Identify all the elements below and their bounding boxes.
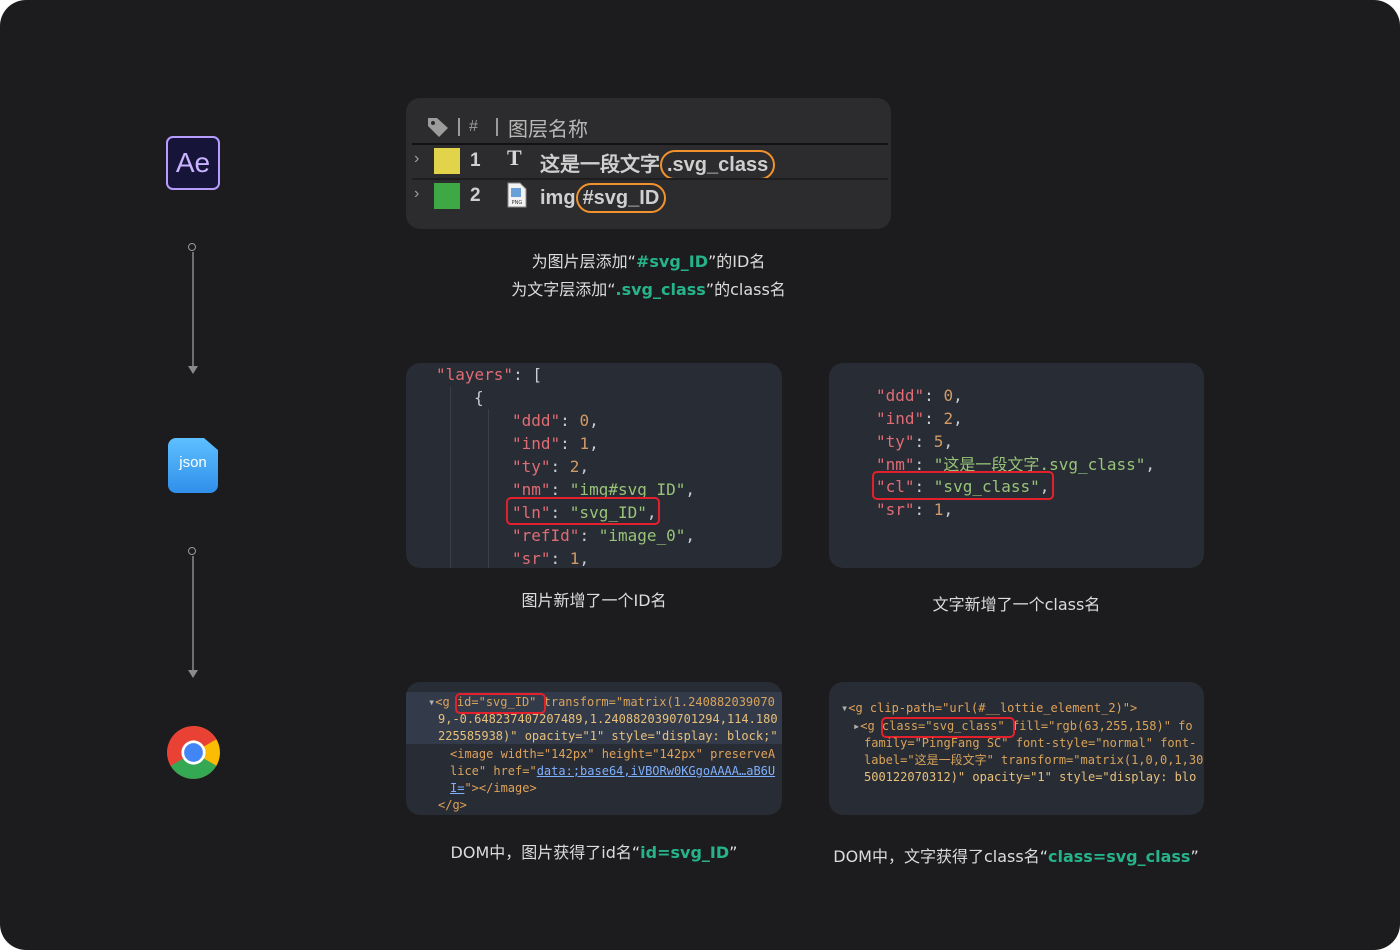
json-text-layer-panel: "ddd": 0, "ind": 2, "ty": 5, "nm": "这是一段…: [829, 363, 1204, 568]
ln-highlight-box: [506, 497, 660, 525]
code-line: "sr": 1,: [876, 500, 954, 519]
id-suffix-highlight: #svg_ID: [575, 183, 667, 213]
header-divider: [496, 118, 498, 136]
json-image-caption: 图片新增了一个ID名: [521, 591, 667, 610]
code-line: "ind": 1,: [512, 434, 599, 453]
layer-name-header: 图层名称: [508, 119, 588, 141]
code-line: "layers": [: [436, 365, 542, 384]
svg-text:PNG: PNG: [512, 200, 523, 206]
layer-color-label[interactable]: [434, 183, 460, 209]
chevron-right-icon[interactable]: ›: [414, 185, 419, 203]
layer-row[interactable]: › 1 T 这是一段文字 .svg_class: [406, 145, 891, 180]
layer-name: img #svg_ID: [540, 183, 667, 213]
timeline-node: [188, 547, 196, 555]
class-suffix-highlight: .svg_class: [660, 150, 776, 180]
dom-line: I="></image>: [450, 781, 537, 795]
dom-line: 9,-0.648237407207489,1.2408820390701294,…: [438, 712, 778, 726]
code-line: {: [474, 388, 484, 407]
code-line: "ddd": 0,: [512, 411, 599, 430]
dom-text-caption: DOM中，文字获得了class名“class=svg_class”: [833, 847, 1199, 866]
dom-line: </g>: [438, 798, 467, 812]
code-line: "sr": 1,: [512, 549, 590, 568]
diagram-canvas: Ae json # 图层名称 › 1 T 这是一段文字 .svg_class ›…: [0, 0, 1400, 950]
code-line: "refId": "image_0",: [512, 526, 696, 545]
layer-panel-header: # 图层名称: [406, 110, 891, 142]
chevron-right-icon[interactable]: ›: [414, 150, 419, 168]
dom-text-panel: ▾<g clip-path="url(#__lottie_element_2)"…: [829, 682, 1204, 815]
ae-caption-line2: 为文字层添加“.svg_class”的class名: [511, 280, 786, 299]
ae-icon-label: Ae: [175, 147, 211, 178]
base64-link-end[interactable]: I=: [450, 781, 464, 795]
layer-number-header: #: [469, 118, 478, 135]
base64-link[interactable]: data:;base64,iVBORw0KGgoAAAA…aB6U: [537, 764, 775, 778]
cl-highlight-box: [872, 471, 1054, 500]
layer-name-base: 这是一段文字: [540, 154, 660, 176]
png-file-icon: PNG: [507, 182, 527, 208]
timeline-connector: [192, 252, 194, 366]
dom-line: family="PingFang SC" font-style="normal"…: [864, 736, 1197, 750]
dom-line: label="这是一段文字" transform="matrix(1,0,0,1…: [864, 753, 1204, 767]
arrow-down-icon: [188, 670, 198, 678]
code-line: "ty": 2,: [512, 457, 590, 476]
json-file-icon: json: [168, 438, 218, 493]
ae-caption-line1: 为图片层添加“#svg_ID”的ID名: [531, 252, 766, 271]
dom-line: 500122070312)" opacity="1" style="displa…: [864, 770, 1197, 784]
dom-image-panel: ▾<g id="svg_ID" transform="matrix(1.2408…: [406, 682, 782, 815]
code-line: "ind": 2,: [876, 409, 963, 428]
dom-line: 225585938)" opacity="1" style="display: …: [438, 729, 778, 743]
json-text-caption: 文字新增了一个class名: [932, 595, 1101, 614]
code-line: "ty": 5,: [876, 432, 954, 451]
timeline-connector: [192, 556, 194, 670]
dom-line: <image width="142px" height="142px" pres…: [450, 747, 776, 761]
dom-line: lice" href="data:;base64,iVBORw0KGgoAAAA…: [450, 764, 776, 778]
tag-icon: [428, 118, 448, 137]
json-image-layer-panel: "layers": [ { "ddd": 0, "ind": 1, "ty": …: [406, 363, 782, 568]
arrow-down-icon: [188, 366, 198, 374]
layer-number: 1: [470, 150, 481, 171]
header-divider: [458, 118, 460, 136]
ae-layer-panel: # 图层名称 › 1 T 这是一段文字 .svg_class › 2 PNG im…: [406, 98, 891, 229]
layer-row[interactable]: › 2 PNG img #svg_ID: [406, 180, 891, 213]
chrome-icon: [166, 725, 221, 780]
layer-name-base: img: [540, 187, 576, 209]
text-layer-icon: T: [507, 145, 522, 170]
timeline-node: [188, 243, 196, 251]
dom-line: ▾<g clip-path="url(#__lottie_element_2)"…: [841, 701, 1138, 715]
after-effects-icon: Ae: [166, 136, 220, 190]
code-line: "ddd": 0,: [876, 386, 963, 405]
layer-color-label[interactable]: [434, 148, 460, 174]
dom-image-caption: DOM中，图片获得了id名“id=svg_ID”: [450, 843, 738, 862]
layer-name: 这是一段文字 .svg_class: [540, 148, 776, 180]
json-icon-label: json: [179, 454, 207, 471]
layer-number: 2: [470, 185, 481, 206]
